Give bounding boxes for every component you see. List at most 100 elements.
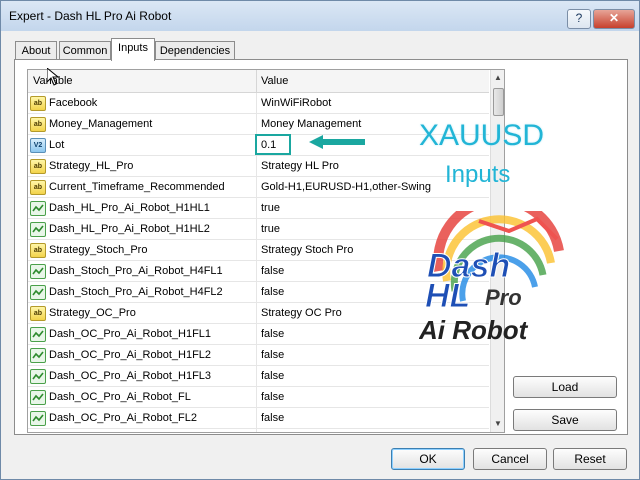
variable-value[interactable]: false [261,391,284,403]
variable-value[interactable]: false [261,328,284,340]
string-type-icon: ab [30,96,46,111]
tab-dependencies[interactable]: Dependencies [155,41,235,60]
variable-name: Strategy_OC_Pro [49,307,136,319]
bool-type-icon [30,411,46,426]
variable-name: Dash_OC_Pro_Ai_Robot_FL [49,391,191,403]
variable-name: Dash_HL_Pro_Ai_Robot_H1HL1 [49,202,210,214]
variable-value[interactable]: false [261,286,284,298]
variable-value[interactable]: false [261,265,284,277]
variable-name: Dash_OC_Pro_Ai_Robot_H1FL1 [49,328,212,340]
variable-name: Strategy_HL_Pro [49,160,134,172]
reset-button[interactable]: Reset [553,448,627,470]
logo-word-hl: HL [425,277,470,315]
table-row[interactable]: ab Current_Timeframe_Recommended Gold-H1,E… [28,177,489,198]
variable-value[interactable]: true [261,202,280,214]
column-divider[interactable] [256,70,257,92]
cell-divider [256,408,257,428]
variable-value[interactable]: Gold-H1,EURUSD-H1,other-Swing [261,181,431,193]
variable-value[interactable]: false [261,412,284,424]
string-type-icon: ab [30,117,46,132]
variable-name: Dash_Stoch_Pro_Ai_Robot_H4FL2 [49,286,223,298]
grid-header: Variable Value [28,70,489,93]
tab-inputs[interactable]: Inputs [111,38,155,61]
bool-type-icon [30,369,46,384]
title-bar[interactable]: Expert - Dash HL Pro Ai Robot ? ✕ [1,1,639,31]
bool-type-icon [30,390,46,405]
variable-value[interactable]: Strategy HL Pro [261,160,339,172]
overlay-title: XAUUSD [419,119,545,152]
table-row[interactable]: ab Strategy_HL_Pro Strategy HL Pro [28,156,489,177]
cell-divider [256,261,257,281]
tab-about[interactable]: About [15,41,57,60]
expert-dialog: Expert - Dash HL Pro Ai Robot ? ✕ About … [0,0,640,480]
bool-type-icon [30,327,46,342]
left-arrow-icon [309,135,365,149]
cell-divider [256,93,257,113]
variable-value[interactable]: Strategy OC Pro [261,307,342,319]
table-row[interactable]: ab Facebook WinWiFiRobot [28,93,489,114]
variable-value[interactable]: Money Management [261,118,361,130]
column-header-value[interactable]: Value [261,75,288,87]
bool-type-icon [30,201,46,216]
variable-name: Current_Timeframe_Recommended [49,181,225,193]
dash-hl-pro-logo: Dash HL Pro Ai Robot [419,211,564,345]
table-row[interactable]: Dash_OC_Pro_Ai_Robot_FL false [28,387,489,408]
bool-type-icon [30,348,46,363]
double-type-icon: V2 [30,138,46,153]
cell-divider [256,429,257,432]
variable-name: Money_Management [49,118,153,130]
cancel-button[interactable]: Cancel [473,448,547,470]
tab-common[interactable]: Common [59,41,111,60]
logo-word-ai-robot: Ai Robot [419,315,529,345]
scroll-down-icon[interactable]: ▼ [491,417,504,431]
bool-type-icon [30,222,46,237]
window-title: Expert - Dash HL Pro Ai Robot [9,9,172,23]
overlay-subtitle: Inputs [445,161,511,188]
cell-divider [256,303,257,323]
help-button[interactable]: ? [567,9,591,29]
table-row[interactable]: Dash_OC_Pro_Ai_Robot_H1FL3 false [28,366,489,387]
variable-name: Dash_OC_Pro_Ai_Robot_H1FL3 [49,370,212,382]
variable-name: Dash_OC_Pro_Ai_Robot_FL2 [49,412,197,424]
variable-name: Dash_HL_Pro_Ai_Robot_H1HL2 [49,223,210,235]
save-button[interactable]: Save [513,409,617,431]
scroll-thumb[interactable] [493,88,504,116]
cell-divider [256,156,257,176]
string-type-icon: ab [30,180,46,195]
cell-divider [256,240,257,260]
variable-value[interactable]: Strategy Stoch Pro [261,244,353,256]
variable-name: Strategy_Stoch_Pro [49,244,148,256]
logo-word-pro: Pro [485,285,522,310]
scroll-up-icon[interactable]: ▲ [491,71,504,85]
variable-name: Dash_Stoch_Pro_Ai_Robot_H4FL1 [49,265,223,277]
variable-name: Facebook [49,97,98,109]
mouse-cursor-icon [47,68,59,86]
variable-value[interactable]: false [261,349,284,361]
table-row[interactable]: Dash_OC_Pro_Ai_Robot_FL2 false [28,408,489,429]
variable-name: Lot [49,139,65,151]
variable-value[interactable]: WinWiFiRobot [261,97,331,109]
cell-divider [256,345,257,365]
load-button[interactable]: Load [513,376,617,398]
cell-divider [256,177,257,197]
string-type-icon: ab [30,243,46,258]
cell-divider [256,282,257,302]
table-row[interactable]: Dash_OC_Pro_Ai_Robot_RVfalse [28,429,489,433]
cell-divider [256,366,257,386]
cell-divider [256,198,257,218]
string-type-icon: ab [30,159,46,174]
cell-divider [256,219,257,239]
variable-value[interactable]: false [261,370,284,382]
close-button[interactable]: ✕ [593,9,635,29]
variable-value[interactable]: true [261,223,280,235]
cell-divider [256,387,257,407]
lot-value-highlight-box [255,134,291,155]
ok-button[interactable]: OK [391,448,465,470]
bool-type-icon [30,432,46,433]
string-type-icon: ab [30,306,46,321]
variable-name: Dash_OC_Pro_Ai_Robot_H1FL2 [49,349,212,361]
bool-type-icon [30,285,46,300]
cell-divider [256,114,257,134]
bool-type-icon [30,264,46,279]
cell-divider [256,324,257,344]
